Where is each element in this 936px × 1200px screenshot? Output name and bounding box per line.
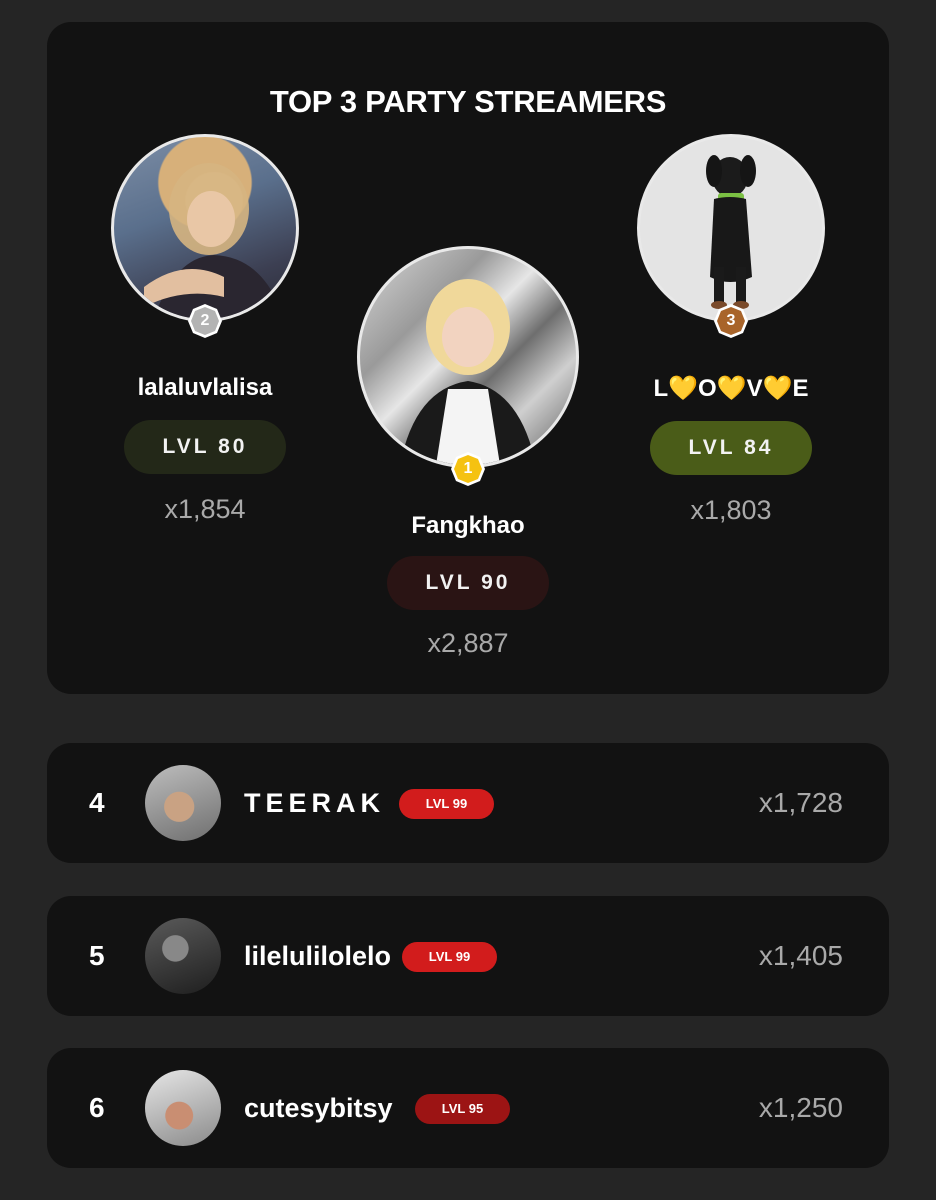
list-item[interactable]: 6 cutesybitsy LVL 95 x1,250 bbox=[47, 1048, 889, 1168]
score: x1,854 bbox=[164, 494, 246, 524]
rank-number: 4 bbox=[89, 787, 105, 818]
level-pill: LVL 84 bbox=[650, 421, 812, 475]
avatar[interactable] bbox=[145, 765, 221, 841]
avatar[interactable] bbox=[145, 1070, 221, 1146]
streamer-name: lilelulilolelo bbox=[244, 941, 392, 971]
rank-badge: 1 bbox=[449, 450, 487, 488]
avatar[interactable]: 1 bbox=[357, 246, 579, 486]
score: x1,803 bbox=[690, 495, 772, 525]
level-badge: LVL 95 bbox=[415, 1094, 510, 1124]
score: x2,887 bbox=[427, 628, 509, 658]
podium-item-3[interactable]: 3 L💛O💛V💛E LVL 84 x1,803 bbox=[611, 134, 851, 526]
podium-item-2[interactable]: 2 lalaluvlalisa LVL 80 x1,854 bbox=[85, 134, 325, 525]
rank-number: 6 bbox=[89, 1092, 105, 1123]
streamer-name: Fangkhao bbox=[411, 512, 525, 539]
avatar[interactable]: 3 bbox=[637, 134, 825, 338]
podium-item-1[interactable]: 1 Fangkhao LVL 90 x2,887 bbox=[348, 246, 588, 659]
streamer-name: cutesybitsy bbox=[244, 1093, 393, 1123]
list-item[interactable]: 4 TEERAK LVL 99 x1,728 bbox=[47, 743, 889, 863]
level-badge: LVL 99 bbox=[402, 942, 497, 972]
score: x1,405 bbox=[758, 940, 843, 971]
score: x1,728 bbox=[758, 787, 843, 818]
profile-photo-icon bbox=[400, 279, 536, 465]
avatar[interactable]: 2 bbox=[111, 134, 299, 338]
streamer-name: L💛O💛V💛E bbox=[653, 375, 809, 402]
score: x1,250 bbox=[758, 1092, 843, 1123]
level-badge: LVL 99 bbox=[399, 789, 494, 819]
level-pill: LVL 80 bbox=[124, 420, 286, 474]
dog-photo-icon bbox=[706, 155, 756, 309]
rank-badge: 2 bbox=[186, 302, 224, 340]
list-item[interactable]: 5 lilelulilolelo LVL 99 x1,405 bbox=[47, 896, 889, 1016]
streamer-name: lalaluvlalisa bbox=[137, 374, 273, 401]
top-three-card: TOP 3 PARTY STREAMERS 2 lalaluvlalisa LV… bbox=[47, 22, 889, 694]
streamer-name: TEERAK bbox=[244, 788, 386, 818]
level-pill: LVL 90 bbox=[387, 556, 549, 610]
avatar[interactable] bbox=[145, 918, 221, 994]
rank-number: 5 bbox=[89, 940, 105, 971]
profile-photo-icon bbox=[144, 163, 284, 319]
rank-badge: 3 bbox=[712, 302, 750, 340]
leaderboard-title: TOP 3 PARTY STREAMERS bbox=[269, 84, 667, 119]
